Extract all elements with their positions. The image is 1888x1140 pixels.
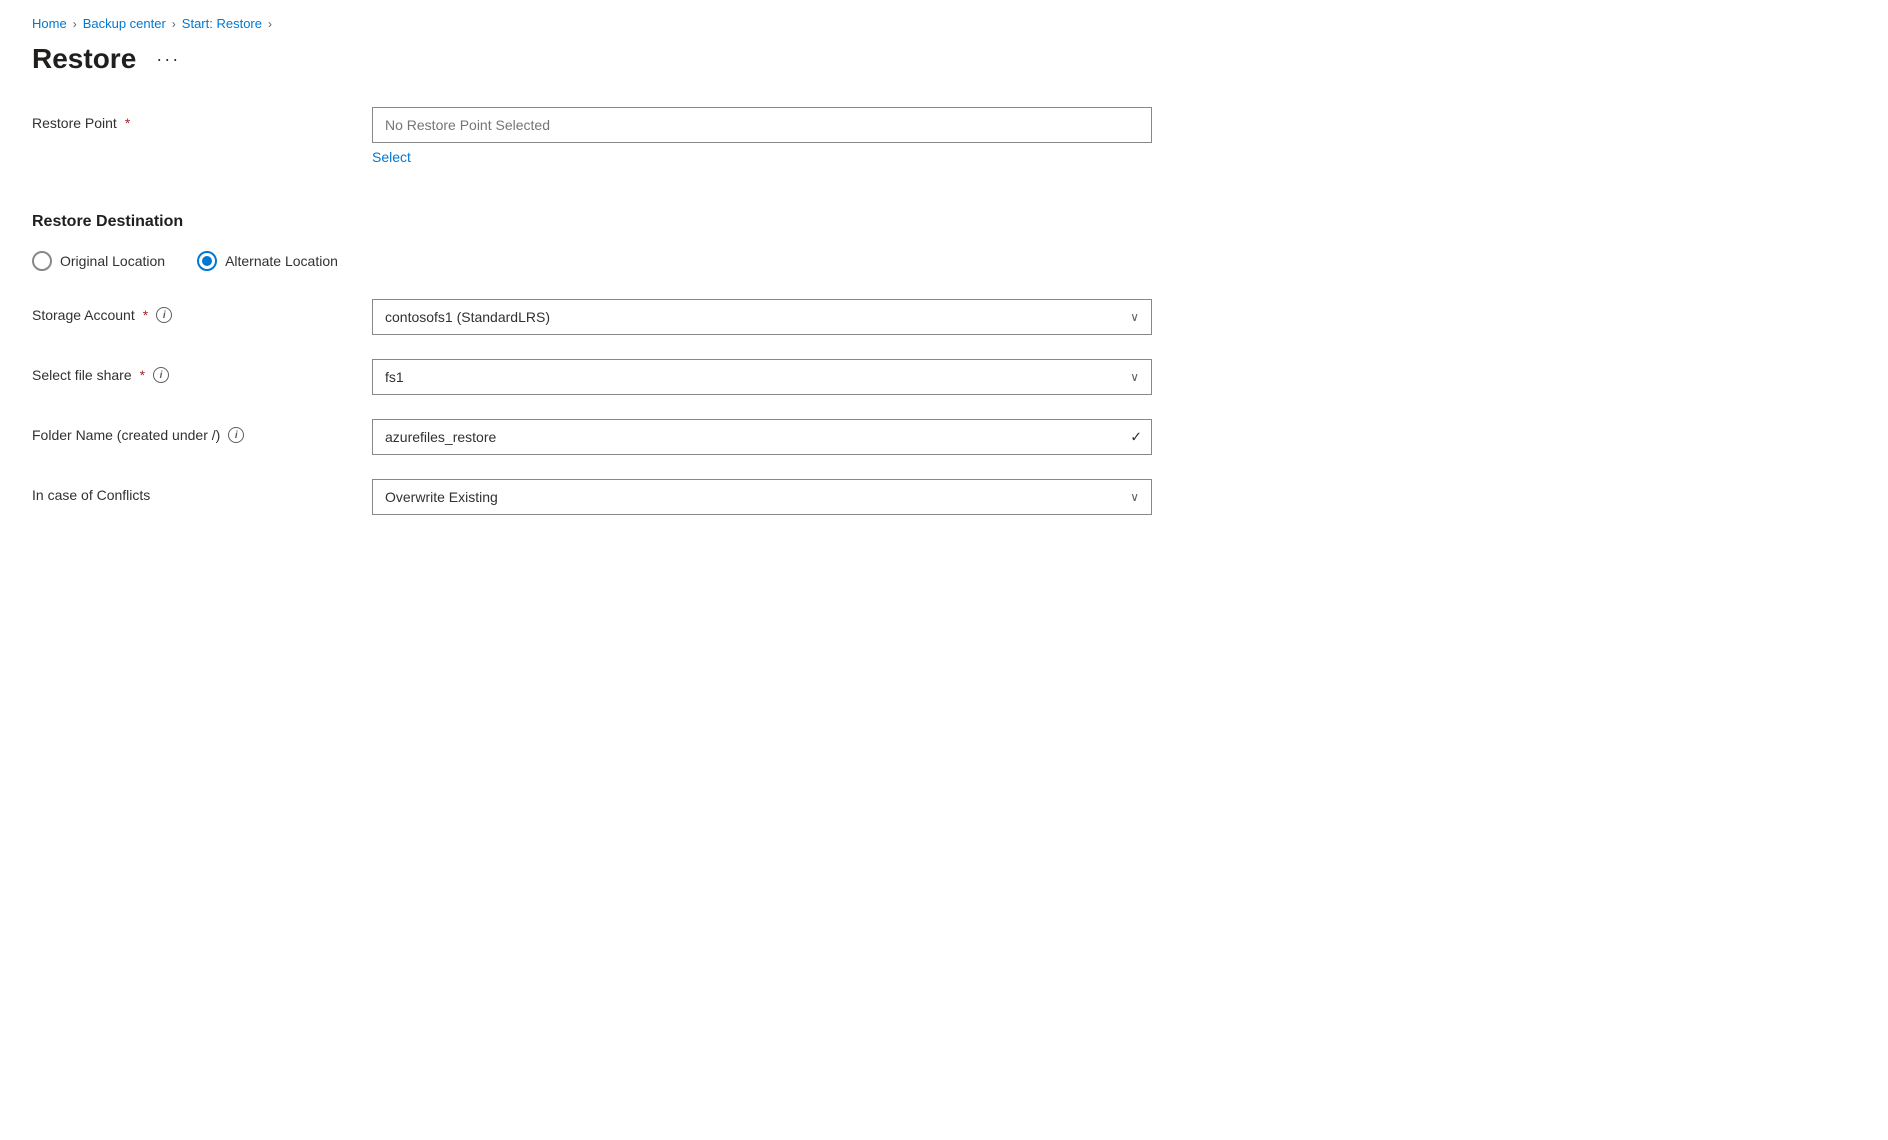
restore-destination-title: Restore Destination <box>32 213 1232 231</box>
folder-name-checkmark-icon: ✓ <box>1130 429 1142 446</box>
storage-account-chevron-icon: ∨ <box>1130 310 1139 324</box>
storage-account-row: Storage Account * i contosofs1 (Standard… <box>32 299 1232 335</box>
restore-destination-section: Restore Destination Original Location Al… <box>32 213 1232 271</box>
breadcrumb-sep-1: › <box>73 17 77 31</box>
file-share-control: fs1 ∨ <box>372 359 1152 395</box>
file-share-chevron-icon: ∨ <box>1130 370 1139 384</box>
folder-name-label: Folder Name (created under /) i <box>32 419 372 443</box>
location-radio-group: Original Location Alternate Location <box>32 251 1232 271</box>
conflicts-control: Overwrite Existing ∨ <box>372 479 1152 515</box>
conflicts-chevron-icon: ∨ <box>1130 490 1139 504</box>
storage-account-label: Storage Account * i <box>32 299 372 323</box>
original-location-label: Original Location <box>60 253 165 269</box>
storage-account-control: contosofs1 (StandardLRS) ∨ <box>372 299 1152 335</box>
folder-name-control: ✓ <box>372 419 1152 455</box>
storage-account-required: * <box>143 307 148 323</box>
file-share-required: * <box>140 367 145 383</box>
page-title: Restore <box>32 43 136 75</box>
file-share-row: Select file share * i fs1 ∨ <box>32 359 1232 395</box>
conflicts-row: In case of Conflicts Overwrite Existing … <box>32 479 1232 515</box>
original-location-radio[interactable] <box>32 251 52 271</box>
alternate-location-radio[interactable] <box>197 251 217 271</box>
page-container: Home › Backup center › Start: Restore › … <box>0 0 1888 571</box>
breadcrumb-start-restore[interactable]: Start: Restore <box>182 16 262 31</box>
folder-name-info-icon[interactable]: i <box>228 427 244 443</box>
conflicts-dropdown[interactable]: Overwrite Existing ∨ <box>372 479 1152 515</box>
form-section: Restore Point * Select Restore Destinati… <box>32 107 1232 515</box>
file-share-value: fs1 <box>385 369 1130 385</box>
file-share-info-icon[interactable]: i <box>153 367 169 383</box>
restore-point-control: Select <box>372 107 1152 165</box>
file-share-dropdown[interactable]: fs1 ∨ <box>372 359 1152 395</box>
breadcrumb-sep-2: › <box>172 17 176 31</box>
restore-point-required: * <box>125 115 130 131</box>
file-share-label: Select file share * i <box>32 359 372 383</box>
breadcrumb-sep-3: › <box>268 17 272 31</box>
page-title-row: Restore ··· <box>32 43 1856 75</box>
alternate-location-option[interactable]: Alternate Location <box>197 251 338 271</box>
restore-point-select-link[interactable]: Select <box>372 149 411 165</box>
restore-point-label: Restore Point * <box>32 107 372 131</box>
more-options-button[interactable]: ··· <box>148 45 188 74</box>
folder-name-wrapper: ✓ <box>372 419 1152 455</box>
breadcrumb-backup-center[interactable]: Backup center <box>83 16 166 31</box>
breadcrumb: Home › Backup center › Start: Restore › <box>32 16 1856 31</box>
breadcrumb-home[interactable]: Home <box>32 16 67 31</box>
storage-account-info-icon[interactable]: i <box>156 307 172 323</box>
alternate-location-radio-fill <box>202 256 212 266</box>
folder-name-row: Folder Name (created under /) i ✓ <box>32 419 1232 455</box>
alternate-location-label: Alternate Location <box>225 253 338 269</box>
restore-point-row: Restore Point * Select <box>32 107 1232 165</box>
original-location-option[interactable]: Original Location <box>32 251 165 271</box>
conflicts-value: Overwrite Existing <box>385 489 1130 505</box>
conflicts-label: In case of Conflicts <box>32 479 372 503</box>
storage-account-dropdown[interactable]: contosofs1 (StandardLRS) ∨ <box>372 299 1152 335</box>
folder-name-input[interactable] <box>372 419 1152 455</box>
restore-point-input[interactable] <box>372 107 1152 143</box>
storage-account-value: contosofs1 (StandardLRS) <box>385 309 1130 325</box>
